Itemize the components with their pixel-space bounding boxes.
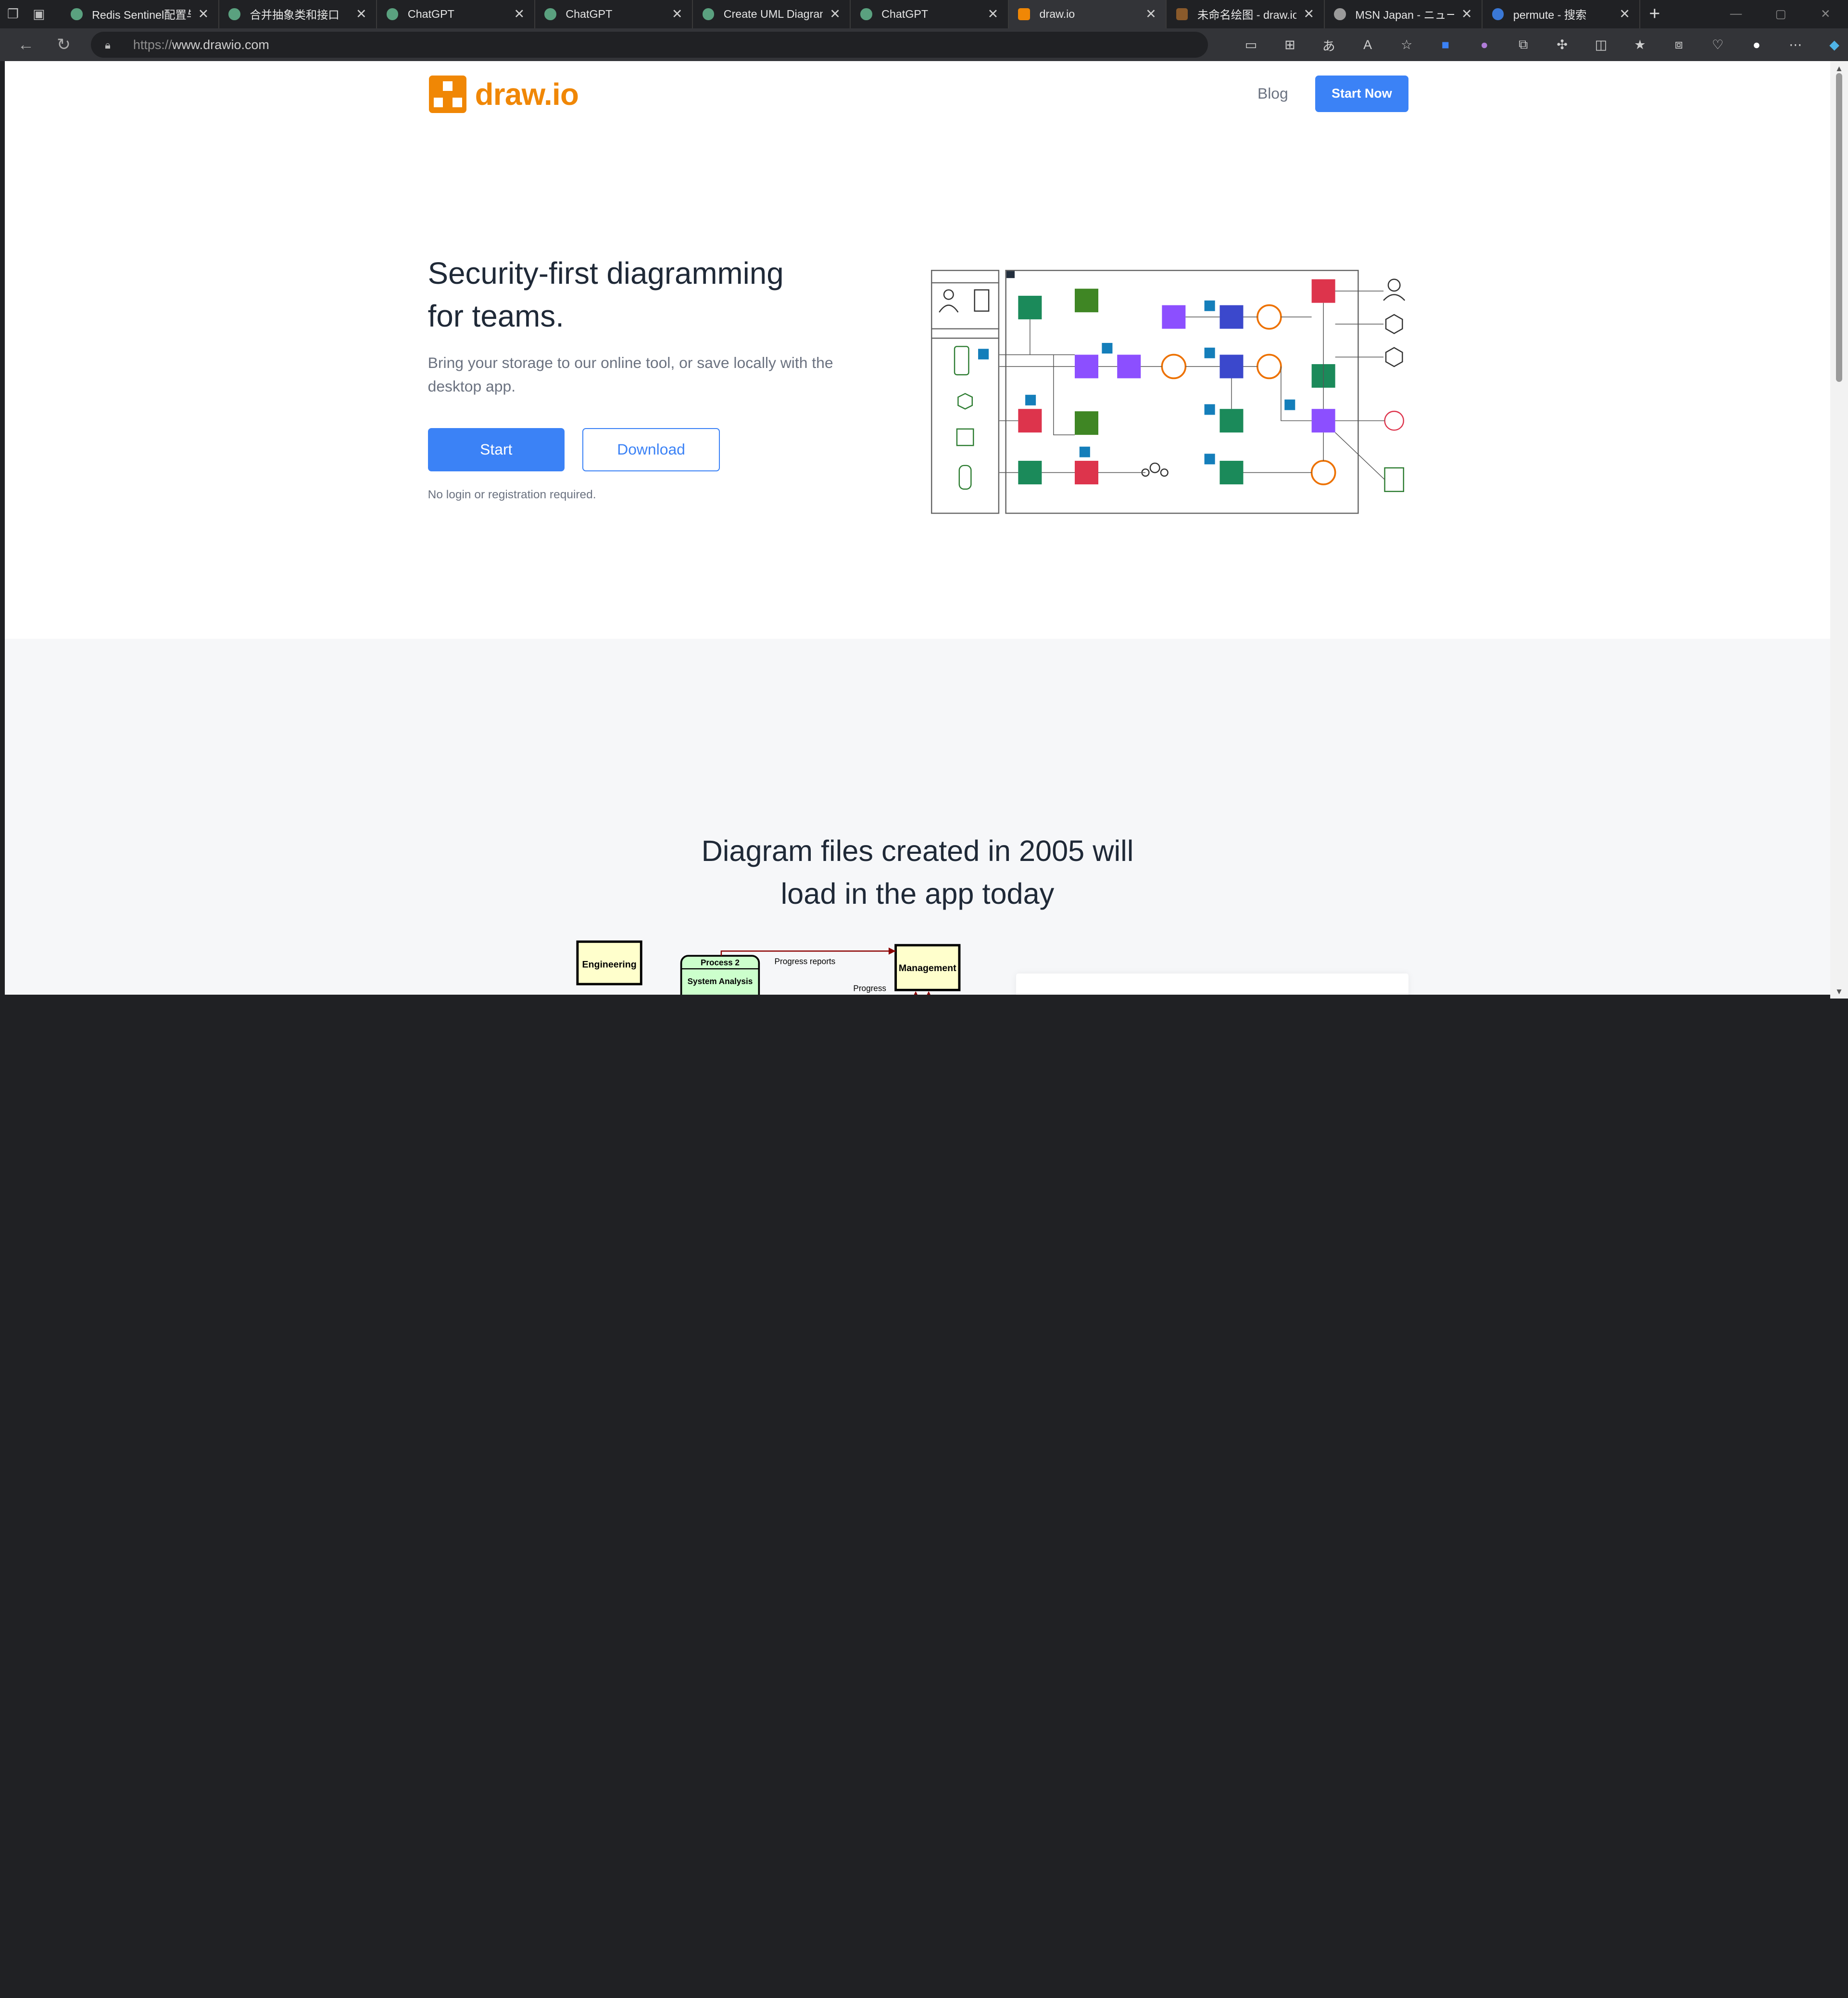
refresh-icon[interactable]: ↻ bbox=[45, 28, 82, 62]
uml-process-sub: System Analysis bbox=[688, 976, 753, 986]
browser-tab[interactable]: ChatGPT ✕ bbox=[377, 0, 535, 28]
close-tab-icon[interactable]: ✕ bbox=[1303, 7, 1314, 22]
no-login-note: No login or registration required. bbox=[427, 488, 596, 501]
lock-icon: 🔒︎ bbox=[105, 38, 111, 51]
hero-subtitle: Bring your storage to our online tool, o… bbox=[427, 354, 833, 395]
scrollbar-thumb[interactable] bbox=[1836, 73, 1842, 382]
drawio-brown-icon bbox=[1176, 8, 1188, 20]
uml-management-label: Management bbox=[899, 963, 956, 974]
split-screen-icon[interactable]: ◫ bbox=[1582, 28, 1621, 62]
collections-icon[interactable]: ⧈ bbox=[1659, 28, 1698, 62]
browser-tab[interactable]: ChatGPT ✕ bbox=[535, 0, 693, 28]
page-scrollbar[interactable]: ▲ ▼ bbox=[1830, 61, 1848, 999]
reader-view-icon[interactable]: ▭ bbox=[1232, 28, 1270, 62]
close-tab-icon[interactable]: ✕ bbox=[198, 7, 209, 22]
workspaces-icon[interactable]: ❐ bbox=[0, 0, 26, 28]
page-viewport: draw.io Blog Start Now Security-first di… bbox=[4, 61, 1831, 995]
favorite-star-icon[interactable]: ☆ bbox=[1387, 28, 1426, 62]
drawio-icon bbox=[1018, 8, 1030, 20]
browser-tab[interactable]: 未命名绘图 - draw.io ✕ bbox=[1167, 0, 1325, 28]
new-tab-button[interactable]: + bbox=[1640, 0, 1669, 28]
translate-icon[interactable]: あ bbox=[1309, 28, 1348, 62]
close-tab-icon[interactable]: ✕ bbox=[1461, 7, 1472, 22]
bing-icon bbox=[1492, 8, 1504, 20]
extensions-icon[interactable]: ✣ bbox=[1543, 28, 1582, 62]
favorites-icon[interactable]: ★ bbox=[1621, 28, 1659, 62]
chatgpt-icon bbox=[544, 8, 556, 20]
uml-diagram-preview: Engineering Process 2 System Analysis Ma… bbox=[576, 940, 961, 995]
feature-card bbox=[1016, 974, 1408, 995]
uml-engineering-label: Engineering bbox=[582, 960, 636, 970]
uml-process-title: Process 2 bbox=[701, 958, 740, 967]
browser-tab[interactable]: Create UML Diagram ✕ bbox=[693, 0, 851, 28]
browser-tab[interactable]: 合并抽象类和接口 ✕ bbox=[219, 0, 377, 28]
uml-progress-label: Progress bbox=[853, 984, 886, 993]
maximize-icon[interactable]: ▢ bbox=[1759, 0, 1803, 28]
copilot-icon[interactable]: ◆ bbox=[1815, 28, 1848, 62]
url-input[interactable]: 🔒︎ https://www.drawio.com bbox=[90, 32, 1208, 58]
browser-tab[interactable]: ChatGPT ✕ bbox=[851, 0, 1009, 28]
window-controls: — ▢ ✕ bbox=[1713, 0, 1848, 28]
browser-tab[interactable]: permute - 搜索 ✕ bbox=[1483, 0, 1641, 28]
read-aloud-icon[interactable]: A bbox=[1348, 28, 1387, 62]
extension-purple-icon[interactable]: ● bbox=[1465, 28, 1504, 62]
close-tab-icon[interactable]: ✕ bbox=[514, 7, 525, 22]
compat-section-title: Diagram files created in 2005 will load … bbox=[701, 835, 1134, 910]
close-tab-icon[interactable]: ✕ bbox=[356, 7, 367, 22]
blog-link[interactable]: Blog bbox=[1257, 85, 1288, 102]
chatgpt-icon bbox=[386, 8, 399, 20]
performance-icon[interactable]: ♡ bbox=[1698, 28, 1737, 62]
site-header: draw.io Blog Start Now bbox=[427, 74, 1410, 114]
chatgpt-icon bbox=[71, 8, 83, 20]
browser-tab[interactable]: MSN Japan - ニュース✕ bbox=[1325, 0, 1483, 28]
uml-progress-reports-label: Progress reports bbox=[775, 957, 836, 966]
scroll-up-icon[interactable]: ▲ bbox=[1834, 63, 1844, 73]
scroll-down-icon[interactable]: ▼ bbox=[1834, 986, 1844, 996]
apps-icon[interactable]: ⊞ bbox=[1270, 28, 1309, 62]
browser-tab-active[interactable]: draw.io ✕ bbox=[1008, 0, 1167, 28]
more-menu-icon[interactable]: ⋯ bbox=[1776, 28, 1815, 62]
browser-tab[interactable]: Redis Sentinel配置与 ✕ bbox=[61, 0, 219, 28]
start-button[interactable]: Start bbox=[427, 428, 565, 472]
browser-tab-bar: ❐ ▣ Redis Sentinel配置与 ✕ 合并抽象类和接口 ✕ ChatGPT… bbox=[0, 0, 1848, 28]
close-tab-icon[interactable]: ✕ bbox=[1145, 7, 1157, 22]
back-icon[interactable]: ← bbox=[7, 28, 45, 62]
minimize-icon[interactable]: — bbox=[1713, 0, 1758, 28]
copy-icon[interactable]: ⧉ bbox=[1504, 28, 1543, 62]
drawio-logo[interactable]: draw.io bbox=[429, 75, 579, 114]
close-tab-icon[interactable]: ✕ bbox=[1619, 7, 1630, 22]
download-button[interactable]: Download bbox=[582, 428, 720, 472]
chatgpt-icon bbox=[228, 8, 240, 20]
profile-avatar[interactable]: ● bbox=[1737, 28, 1776, 62]
close-window-icon[interactable]: ✕ bbox=[1803, 0, 1848, 28]
close-tab-icon[interactable]: ✕ bbox=[672, 7, 683, 22]
tab-actions-icon[interactable]: ▣ bbox=[26, 0, 52, 28]
address-bar-row: ← ↻ 🔒︎ https://www.drawio.com ▭ ⊞ あ A ☆ … bbox=[0, 28, 1848, 62]
drawio-logo-icon bbox=[429, 75, 467, 114]
extension-icon[interactable]: ■ bbox=[1426, 28, 1465, 62]
start-now-button[interactable]: Start Now bbox=[1315, 75, 1408, 112]
close-tab-icon[interactable]: ✕ bbox=[830, 7, 841, 22]
close-tab-icon[interactable]: ✕ bbox=[988, 7, 999, 22]
chatgpt-icon bbox=[860, 8, 872, 20]
browser-toolbar: ▭ ⊞ あ A ☆ ■ ● ⧉ ✣ ◫ ★ ⧈ ♡ ● ⋯ ◆ bbox=[1232, 28, 1848, 62]
aws-architecture-diagram bbox=[931, 270, 1406, 514]
hero-title: Security-first diagramming for teams. bbox=[427, 256, 784, 333]
msn-icon bbox=[1334, 8, 1346, 20]
chatgpt-icon bbox=[702, 8, 715, 20]
